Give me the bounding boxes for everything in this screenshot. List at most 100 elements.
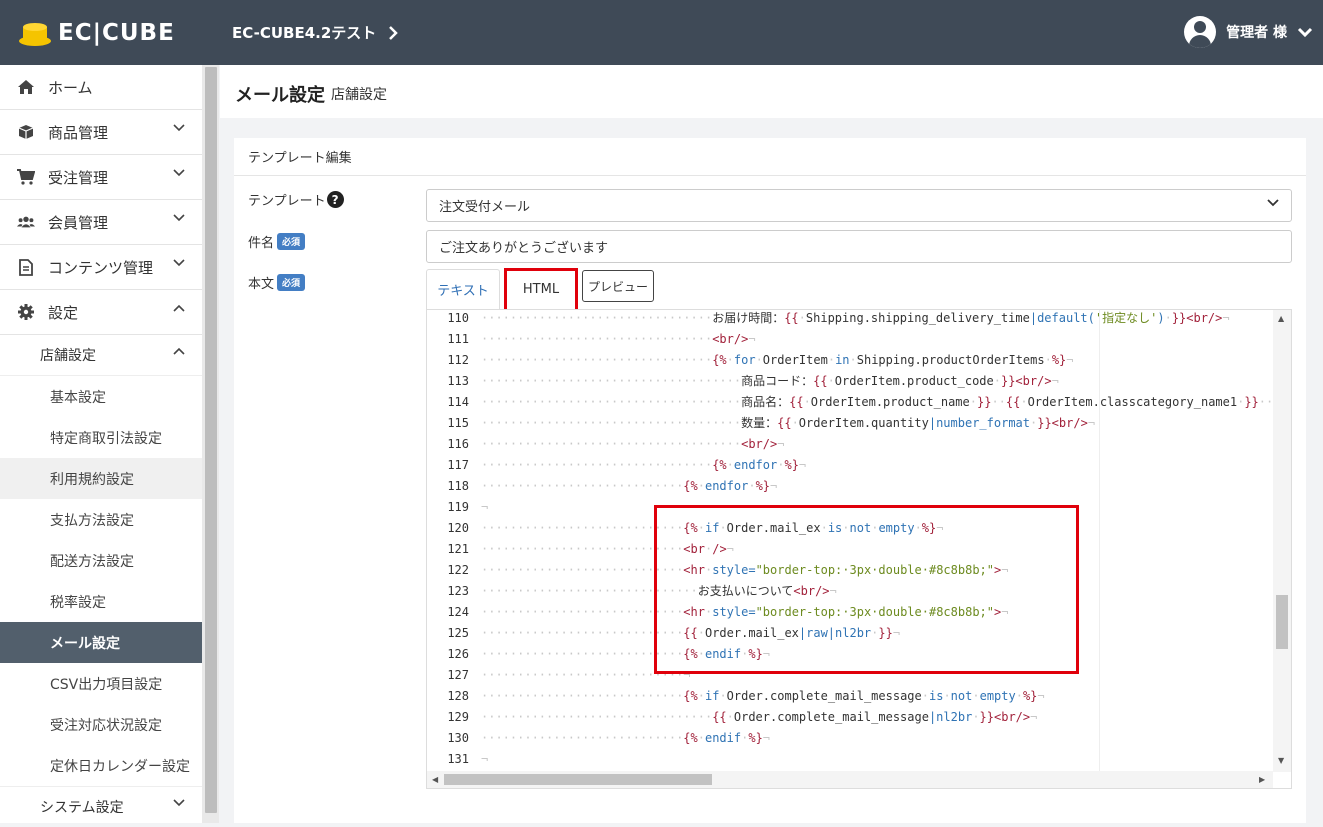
code-token: · <box>969 395 977 409</box>
code-highlight-box <box>654 505 1079 674</box>
code-token: ¬ <box>777 437 785 451</box>
code-token: 商品名： <box>741 395 790 409</box>
shop-name-link[interactable]: EC-CUBE4.2テスト <box>232 22 399 43</box>
user-menu[interactable]: 管理者 様 <box>1184 16 1313 48</box>
sidebar-leaf-csv[interactable]: CSV出力項目設定 <box>0 663 202 704</box>
code-token: Shipping.productOrderItems <box>856 353 1045 367</box>
indent-guide: ···························· <box>481 626 684 640</box>
code-line: ····································数量：{… <box>481 413 1095 434</box>
code-token: {% <box>712 353 727 367</box>
html-tab-highlight <box>504 268 578 312</box>
line-number: 130 <box>447 731 469 745</box>
code-token: }} <box>1244 395 1259 409</box>
editor-horizontal-scrollbar[interactable]: ◀ ▶ <box>427 771 1273 788</box>
code-token: }} <box>976 395 992 409</box>
code-line: ····································<br/… <box>481 434 784 455</box>
indent-guide: ···························· <box>481 605 684 619</box>
code-token: ¬ <box>1030 710 1038 724</box>
page-title: メール設定 <box>235 85 325 106</box>
code-token: endfor <box>704 479 749 493</box>
indent-guide: ································ <box>481 353 713 367</box>
sidebar-leaf-delivery[interactable]: 配送方法設定 <box>0 540 202 581</box>
sidebar-item-label: ホーム <box>48 78 93 97</box>
code-token: · <box>726 710 734 724</box>
editor-hscroll-thumb[interactable] <box>444 774 712 785</box>
sidebar-item-label: 設定 <box>48 303 79 322</box>
sidebar-leaf-mail[interactable]: メール設定 <box>0 622 202 663</box>
code-token: · <box>719 689 727 703</box>
sidebar-item-contents[interactable]: コンテンツ管理 <box>0 245 202 290</box>
sidebar-item-system-settings[interactable]: システム設定 <box>0 786 202 827</box>
scroll-up-icon[interactable]: ▲ <box>1278 314 1284 323</box>
sidebar-item-customers[interactable]: 会員管理 <box>0 200 202 245</box>
sidebar-leaf-terms[interactable]: 利用規約設定 <box>0 458 202 499</box>
subject-input[interactable]: ご注文ありがとうございます <box>426 230 1292 263</box>
sidebar-item-label: 会員管理 <box>48 213 109 232</box>
sidebar-item-products[interactable]: 商品管理 <box>0 110 202 155</box>
sidebar-leaf-tokushoho[interactable]: 特定商取引法設定 <box>0 417 202 458</box>
sidebar-leaf-order-status[interactable]: 受注対応状況設定 <box>0 704 202 745</box>
sidebar-item-orders[interactable]: 受注管理 <box>0 155 202 200</box>
code-token: · <box>921 689 929 703</box>
template-select[interactable]: 注文受付メール <box>426 189 1292 222</box>
sidebar-leaf-basic[interactable]: 基本設定 <box>0 376 202 417</box>
sidebar-item-store-settings[interactable]: 店舗設定 <box>0 335 202 376</box>
editor-vscroll-thumb[interactable] <box>1276 595 1288 649</box>
tab-text[interactable]: テキスト <box>426 269 500 309</box>
code-token: OrderItem.product_code <box>834 374 994 388</box>
code-token: |nl2br <box>928 710 973 724</box>
code-token: <br/> <box>741 437 778 451</box>
file-icon <box>17 258 35 276</box>
code-token: · <box>697 689 705 703</box>
code-token: OrderItem.product_name <box>810 395 970 409</box>
code-token: is <box>928 689 944 703</box>
line-number: 118 <box>447 479 469 493</box>
chevron-down-icon <box>173 169 185 177</box>
sidebar-item-label: 商品管理 <box>48 123 109 142</box>
code-token: 商品コード： <box>741 374 814 388</box>
sidebar-scrollbar[interactable] <box>202 65 219 823</box>
code-token: {{ <box>784 311 799 325</box>
code-token: Order.complete_mail_message <box>733 710 929 724</box>
sidebar-scrollbar-thumb[interactable] <box>205 67 217 813</box>
users-icon <box>17 213 35 231</box>
code-line: ································{%·for·O… <box>481 350 1074 371</box>
scroll-left-icon[interactable]: ◀ <box>432 775 438 784</box>
indent-guide: ···························· <box>481 563 684 577</box>
line-number: 120 <box>447 521 469 535</box>
indent-guide: ································ <box>481 458 713 472</box>
code-token: {% <box>683 479 698 493</box>
logo-text: EC|CUBE <box>58 20 175 46</box>
code-token: OrderItem.quantity <box>798 416 929 430</box>
help-icon[interactable]: ? <box>326 191 344 208</box>
scroll-down-icon[interactable]: ▼ <box>1278 756 1284 765</box>
template-label-row: テンプレート ? <box>248 190 344 209</box>
code-token: empty <box>979 689 1016 703</box>
code-token: Shipping.shipping_delivery_time <box>805 311 1030 325</box>
code-token: ¬ <box>1037 689 1045 703</box>
scroll-right-icon[interactable]: ▶ <box>1259 775 1265 784</box>
code-token: }}<br/> <box>1000 374 1052 388</box>
chevron-down-icon <box>1297 27 1313 37</box>
editor-vertical-scrollbar[interactable]: ▲ ▼ <box>1273 310 1291 772</box>
ec-cube-logo[interactable]: EC|CUBE <box>18 18 175 48</box>
code-line: ¬ <box>481 497 488 518</box>
sidebar-leaf-payment[interactable]: 支払方法設定 <box>0 499 202 540</box>
code-token: Order.complete_mail_message <box>726 689 922 703</box>
sidebar-item-settings[interactable]: 設定 <box>0 290 202 335</box>
page-header: メール設定 店舗設定 <box>220 65 1323 118</box>
sidebar-item-home[interactable]: ホーム <box>0 65 202 110</box>
indent-guide: ································ <box>481 332 713 346</box>
sidebar-leaf-tax[interactable]: 税率設定 <box>0 581 202 622</box>
chevron-down-icon <box>173 214 185 222</box>
tab-preview[interactable]: プレビュー <box>582 270 654 302</box>
code-token: · <box>803 395 811 409</box>
template-edit-card: テンプレート編集 テンプレート ? 注文受付メール 件名 必須 ご注文ありがとう… <box>234 138 1306 823</box>
code-token: ¬ <box>1051 374 1059 388</box>
sidebar-leaf-holiday[interactable]: 定休日カレンダー設定 <box>0 745 202 786</box>
code-line: ¬ <box>481 749 488 770</box>
home-icon <box>17 78 35 96</box>
code-token: お届け時間： <box>712 311 785 325</box>
code-token: ¬ <box>748 332 756 346</box>
indent-guide: ···························· <box>481 584 684 598</box>
